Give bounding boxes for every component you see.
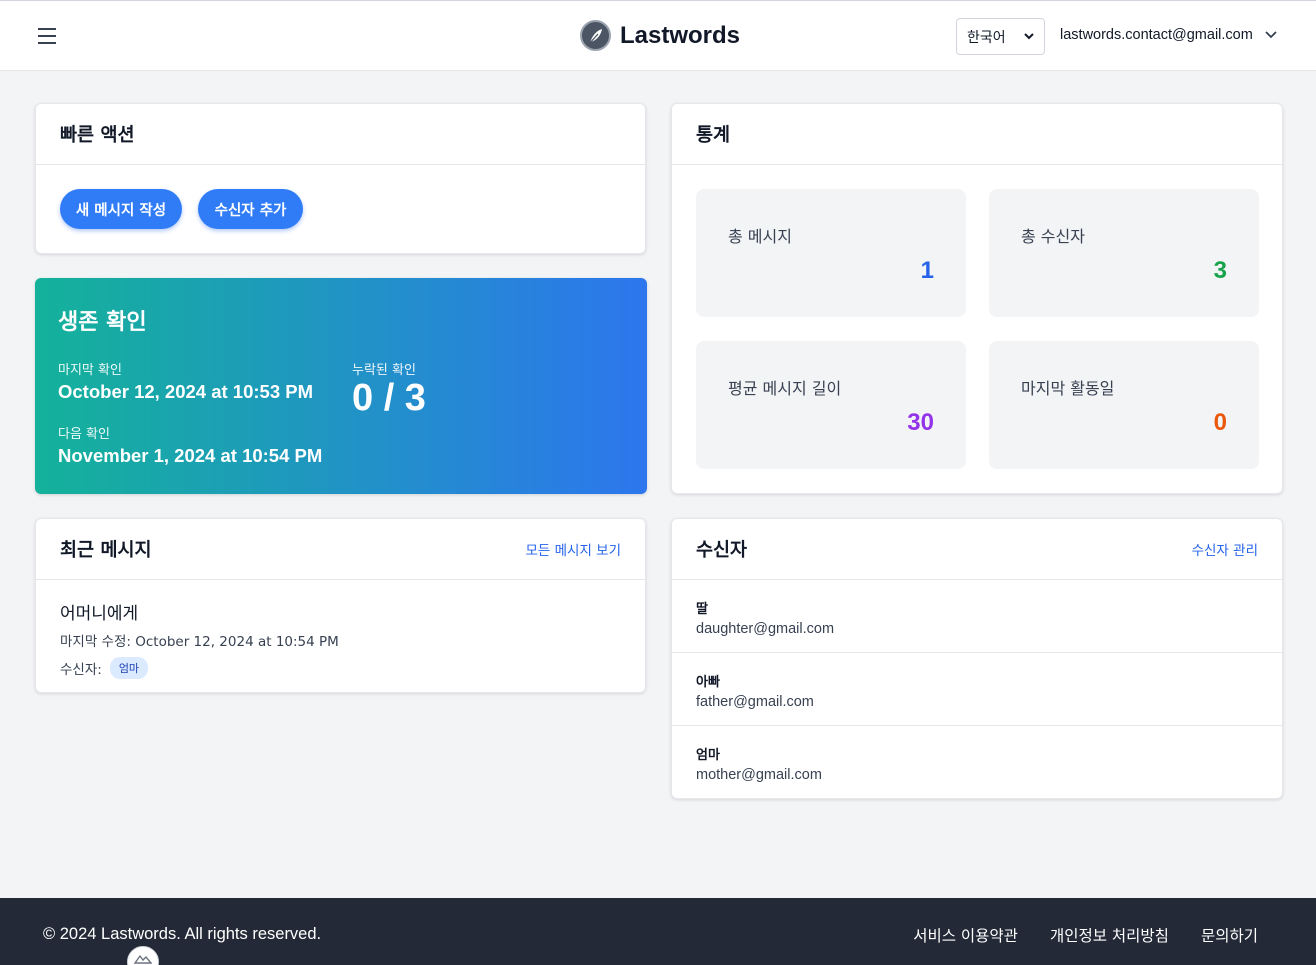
stat-total-recipients: 총 수신자 3	[989, 189, 1259, 317]
recent-messages-card: 최근 메시지 모든 메시지 보기 어머니에게 마지막 수정: October 1…	[35, 518, 646, 693]
chevron-down-icon	[1265, 31, 1277, 39]
recent-messages-title: 최근 메시지	[60, 540, 152, 561]
missed-check-count: 0 / 3	[352, 377, 426, 419]
feather-logo-icon	[580, 20, 611, 51]
quick-actions-card: 빠른 액션 새 메시지 작성 수신자 추가	[35, 103, 646, 254]
message-modified: 마지막 수정: October 12, 2024 at 10:54 PM	[60, 634, 339, 650]
new-message-button[interactable]: 새 메시지 작성	[60, 189, 182, 229]
language-select[interactable]: 한국어	[956, 18, 1045, 55]
recipient-email: daughter@gmail.com	[696, 621, 835, 637]
stats-card: 통계 총 메시지 1 총 수신자 3 평균 메시지 길이 30 마지막 활동일 …	[671, 103, 1283, 494]
copyright: © 2024 Lastwords. All rights reserved.	[43, 925, 322, 943]
alive-check-card: 생존 확인 마지막 확인 October 12, 2024 at 10:53 P…	[35, 278, 647, 494]
stat-last-activity: 마지막 활동일 0	[989, 341, 1259, 469]
footer: © 2024 Lastwords. All rights reserved. 서…	[0, 898, 1316, 965]
add-recipient-button[interactable]: 수신자 추가	[198, 189, 303, 229]
contact-link[interactable]: 문의하기	[1201, 924, 1258, 946]
view-all-messages-link[interactable]: 모든 메시지 보기	[525, 539, 621, 559]
quick-actions-title: 빠른 액션	[60, 125, 135, 146]
recipients-title: 수신자	[696, 540, 748, 561]
hamburger-menu-icon[interactable]	[34, 23, 60, 49]
card-header: 수신자 수신자 관리	[672, 519, 1282, 580]
next-check-value: November 1, 2024 at 10:54 PM	[58, 445, 323, 466]
recipient-row[interactable]: 아빠 father@gmail.com	[672, 653, 1282, 726]
recipient-email: mother@gmail.com	[696, 767, 822, 783]
stat-value: 0	[1213, 409, 1227, 436]
stat-avg-message-length: 평균 메시지 길이 30	[696, 341, 966, 469]
message-title[interactable]: 어머니에게	[60, 599, 138, 624]
language-value: 한국어	[967, 29, 1006, 46]
stat-label: 총 메시지	[728, 227, 792, 246]
terms-link[interactable]: 서비스 이용약관	[913, 924, 1018, 946]
card-header: 통계	[672, 104, 1282, 165]
recipient-row[interactable]: 엄마 mother@gmail.com	[672, 726, 1282, 798]
chevron-down-icon	[1024, 33, 1034, 40]
last-check-value: October 12, 2024 at 10:53 PM	[58, 381, 314, 402]
recipient-row[interactable]: 딸 daughter@gmail.com	[672, 580, 1282, 653]
missed-check-label: 누락된 확인	[352, 363, 416, 378]
recipient-name: 딸	[696, 602, 708, 617]
card-header: 최근 메시지 모든 메시지 보기	[36, 519, 645, 580]
next-check-label: 다음 확인	[58, 427, 110, 442]
privacy-link[interactable]: 개인정보 처리방침	[1050, 924, 1169, 946]
alive-check-title: 생존 확인	[58, 310, 147, 335]
user-menu[interactable]: lastwords.contact@gmail.com	[1060, 27, 1277, 43]
user-email: lastwords.contact@gmail.com	[1060, 27, 1253, 43]
brand-name: Lastwords	[620, 21, 741, 49]
stat-total-messages: 총 메시지 1	[696, 189, 966, 317]
stats-title: 통계	[696, 125, 731, 146]
stat-label: 평균 메시지 길이	[728, 379, 842, 398]
stat-value: 1	[920, 257, 934, 284]
recipient-label: 수신자:	[60, 662, 102, 678]
message-recipients: 수신자: 엄마	[60, 657, 149, 679]
stat-label: 마지막 활동일	[1021, 379, 1115, 398]
brand[interactable]: Lastwords	[580, 20, 740, 51]
recipients-card: 수신자 수신자 관리 딸 daughter@gmail.com 아빠 fathe…	[671, 518, 1283, 799]
last-check-label: 마지막 확인	[58, 363, 122, 378]
stat-label: 총 수신자	[1021, 227, 1085, 246]
recipient-email: father@gmail.com	[696, 694, 814, 710]
stat-value: 30	[907, 409, 934, 436]
top-header: Lastwords 한국어 lastwords.contact@gmail.co…	[0, 1, 1316, 71]
stat-value: 3	[1213, 257, 1227, 284]
recipient-name: 아빠	[696, 675, 720, 690]
recipient-tag: 엄마	[109, 657, 149, 679]
recipient-name: 엄마	[696, 748, 720, 763]
manage-recipients-link[interactable]: 수신자 관리	[1192, 539, 1258, 559]
footer-links: 서비스 이용약관 개인정보 처리방침 문의하기	[913, 924, 1258, 946]
card-header: 빠른 액션	[36, 104, 645, 165]
